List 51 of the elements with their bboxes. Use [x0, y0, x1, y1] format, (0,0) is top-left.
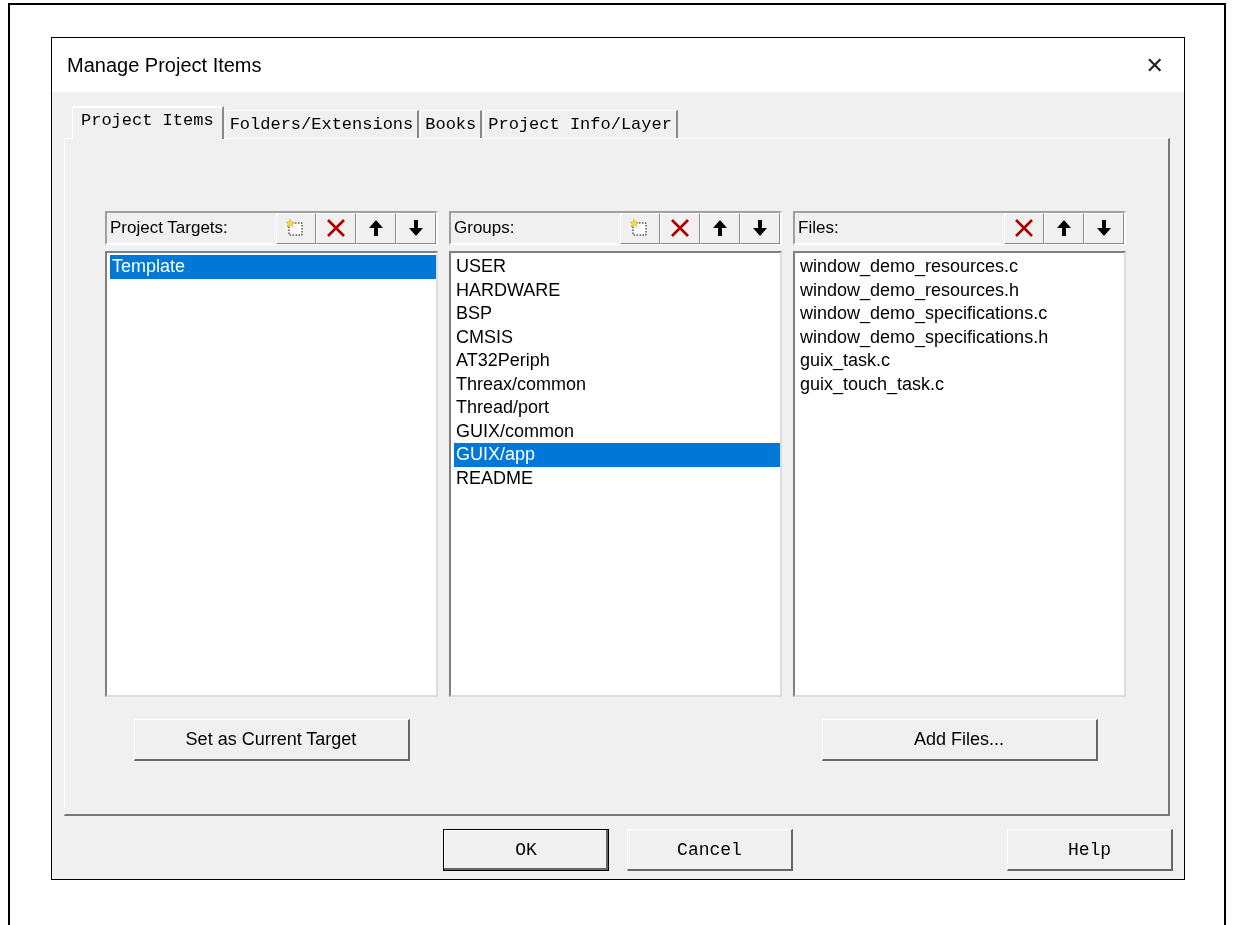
tab[interactable]: Project Items	[72, 106, 224, 139]
list-item[interactable]: AT32Periph	[454, 349, 780, 373]
arrow-down-icon	[751, 218, 769, 238]
tab[interactable]: Books	[420, 110, 483, 138]
list-item[interactable]: Thread/port	[454, 396, 780, 420]
new-item-button[interactable]	[620, 212, 660, 244]
move-up-button[interactable]	[1044, 212, 1084, 244]
arrow-down-icon	[407, 218, 425, 238]
cancel-button[interactable]: Cancel	[627, 829, 793, 871]
list-item[interactable]: window_demo_specifications.c	[798, 302, 1124, 326]
move-down-button[interactable]	[740, 212, 780, 244]
list-item[interactable]: window_demo_resources.c	[798, 255, 1124, 279]
list-item[interactable]: HARDWARE	[454, 278, 780, 302]
panel-button[interactable]: Set as Current Target	[133, 719, 410, 761]
move-down-button[interactable]	[1084, 212, 1124, 244]
tab[interactable]: Folders/Extensions	[224, 110, 420, 138]
delete-icon	[1013, 218, 1035, 238]
ok-button[interactable]: OK	[443, 829, 609, 871]
list-item[interactable]: window_demo_resources.h	[798, 278, 1124, 302]
list-item[interactable]: window_demo_specifications.h	[798, 325, 1124, 349]
arrow-up-icon	[711, 218, 729, 238]
arrow-down-icon	[1095, 218, 1113, 238]
list-label: Groups:	[453, 218, 515, 238]
window-title: Manage Project Items	[67, 53, 262, 77]
move-down-button[interactable]	[396, 212, 436, 244]
list-item[interactable]: GUIX/common	[454, 419, 780, 443]
list-label: Files:	[797, 218, 839, 238]
list-item[interactable]: CMSIS	[454, 325, 780, 349]
delete-button[interactable]	[316, 212, 356, 244]
move-up-button[interactable]	[700, 212, 740, 244]
list-item[interactable]: GUIX/app	[454, 443, 780, 467]
help-button[interactable]: Help	[1007, 829, 1173, 871]
list-item[interactable]: guix_touch_task.c	[798, 372, 1124, 396]
delete-icon	[669, 218, 691, 238]
arrow-up-icon	[1055, 218, 1073, 238]
new-item-button[interactable]	[276, 212, 316, 244]
arrow-up-icon	[367, 218, 385, 238]
list-item[interactable]: guix_task.c	[798, 349, 1124, 373]
list-item[interactable]: Threax/common	[454, 372, 780, 396]
list-item[interactable]: BSP	[454, 302, 780, 326]
list-item[interactable]: Template	[110, 255, 436, 279]
move-up-button[interactable]	[356, 212, 396, 244]
close-button[interactable]: ✕	[1139, 52, 1170, 78]
delete-button[interactable]	[1004, 212, 1044, 244]
list-item[interactable]: README	[454, 466, 780, 490]
list-item[interactable]: USER	[454, 255, 780, 279]
list-label: Project Targets:	[109, 218, 228, 238]
delete-icon	[325, 218, 347, 238]
delete-button[interactable]	[660, 212, 700, 244]
panel-button[interactable]: Add Files...	[821, 719, 1098, 761]
tab[interactable]: Project Info/Layer	[483, 110, 678, 138]
